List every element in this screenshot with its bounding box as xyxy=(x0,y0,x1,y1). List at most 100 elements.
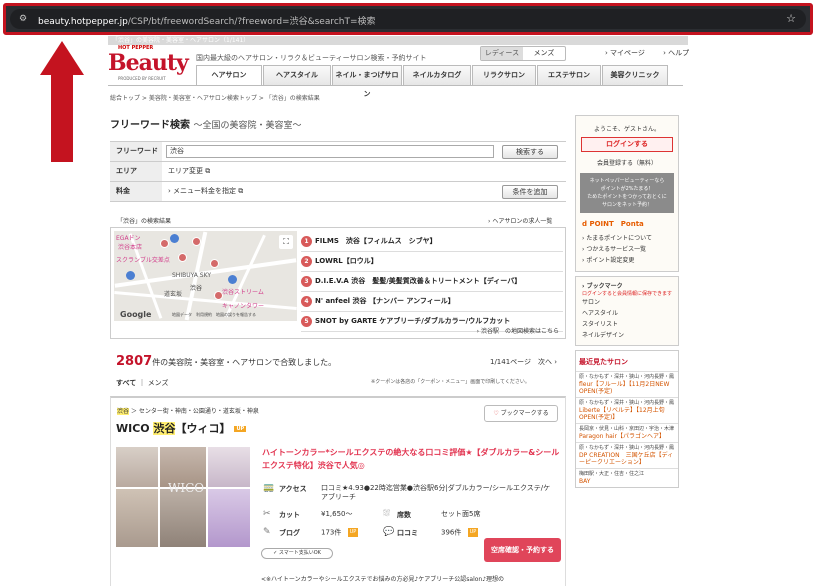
login-button[interactable]: ログインする xyxy=(581,137,673,152)
map-label: 渋谷ストリーム xyxy=(222,289,264,296)
review-icon: 💬 xyxy=(383,527,395,537)
map-pin[interactable] xyxy=(192,237,201,246)
price-menu-link[interactable]: メニュー料金を指定 xyxy=(173,187,236,195)
bookmark-star-icon[interactable]: ☆ xyxy=(786,12,796,25)
salon-card: 渋谷 ＞ センター街・神南・公園通り・道玄坂・神泉 ♡ ブックマークする WIC… xyxy=(110,396,566,586)
next-page-link[interactable]: 次へ xyxy=(538,358,552,366)
recent-salon-item[interactable]: 原・なかもず・深井・狭山・河内長野・鳳 DP CREATION 三国ケ丘店【ディー… xyxy=(576,442,678,468)
fullscreen-icon[interactable]: ⛶ xyxy=(279,235,293,249)
bookmark-note: ログインすると会員情報に保存できます xyxy=(582,291,673,297)
google-logo: Google xyxy=(120,310,152,319)
salon-catch-copy[interactable]: ハイトーンカラー*シールエクステの絶大なる口コミ評価★【ダブルカラー&シールエク… xyxy=(262,446,560,472)
bookmark-button[interactable]: ♡ ブックマークする xyxy=(484,405,558,422)
filter-men[interactable]: メンズ xyxy=(148,379,169,387)
category-tabs: ヘアサロン ヘアスタイル ネイル・まつげサロン ネイルカタログ リラクサロン エ… xyxy=(196,65,669,98)
map-result-item[interactable]: 2 LOWRL【ロウル】 xyxy=(301,252,563,272)
map-label: 渋谷 xyxy=(190,285,203,292)
bookmark-stylist[interactable]: スタイリスト xyxy=(576,319,678,330)
map-result-item[interactable]: 3 D.I.E.V.A 渋谷 髪髪/美髪質改善＆トリートメント【ディーバ】 xyxy=(301,272,563,292)
reserve-button[interactable]: 空席確認・予約する xyxy=(484,538,561,562)
pen-icon: ✎ xyxy=(263,527,271,537)
salon-info: 🚃 アクセス 口コミ★4.93●22時迄営業●渋谷駅6分|ダブルカラー/シールエ… xyxy=(263,483,551,538)
filter-all[interactable]: すべて xyxy=(116,379,136,387)
map-panel: EGAドン 渋谷本店 スクランブル交差点 SHIBUYA SKY 渋谷 道玄坂 … xyxy=(110,227,566,339)
map-poi xyxy=(170,234,179,243)
map-label: 道玄坂 xyxy=(164,291,183,298)
tab-nail-eyelash[interactable]: ネイル・まつげサロン xyxy=(332,65,402,98)
pointer-arrow-shaft xyxy=(51,74,73,162)
tab-esthe-salon[interactable]: エステサロン xyxy=(537,65,601,85)
pagination: 1/141ページ 次へ › xyxy=(490,358,558,366)
result-label: 「渋谷」の検索結果 xyxy=(117,218,172,225)
map-copyright: 地図データ 利用規約 地図の誤りを報告する xyxy=(172,312,256,317)
bookmark-title: › ブックマーク xyxy=(582,283,623,290)
job-list-link[interactable]: › ヘアサロンの求人一覧 xyxy=(488,216,552,225)
bookmark-hairstyle[interactable]: ヘアスタイル xyxy=(576,308,678,319)
recent-salon-item[interactable]: 長岡京・伏見・山科・京田辺・宇治・木津 Paragon hair【パラゴンヘア】 xyxy=(576,423,678,442)
point-banner[interactable]: ネットペッパービューティーなら ポイントが2%たまる！ ためたポイントをつかって… xyxy=(580,173,674,213)
blog-count[interactable]: 173件 UP xyxy=(321,528,359,538)
popup-icon: ⧉ xyxy=(238,187,244,195)
tab-beauty-clinic[interactable]: 美容クリニック xyxy=(602,65,668,85)
search-form: フリーワード 渋谷 検索する エリア エリア変更 ⧉ 料金 › メニュー料金を指… xyxy=(110,141,566,202)
map-pin[interactable] xyxy=(160,239,169,248)
mypage-link[interactable]: › マイページ xyxy=(605,49,653,57)
salon-photos[interactable]: WICO xyxy=(116,447,250,547)
coupon-note: ※クーポンは各店の「クーポン・メニュー」画面で印刷してください。 xyxy=(371,379,530,385)
map-result-item[interactable]: 1 FILMS 渋谷【フィルムス シブヤ】 xyxy=(301,232,563,252)
point-logos: d POINT Ponta xyxy=(582,220,644,228)
mens-tab[interactable]: メンズ xyxy=(523,47,565,60)
tab-nail-catalog[interactable]: ネイルカタログ xyxy=(403,65,471,85)
tab-hair-style[interactable]: ヘアスタイル xyxy=(263,65,331,85)
top-links: › マイページ › ヘルプ xyxy=(605,48,705,58)
train-icon: 🚃 xyxy=(263,483,275,493)
map-search-link[interactable]: › 渋谷駅 の地図検索はこちら xyxy=(477,326,559,335)
salon-name[interactable]: WICO 渋谷【ウィコ】 UP xyxy=(116,420,247,436)
search-heading: フリーワード検索 〜全国の美容院・美容室〜 xyxy=(110,120,302,131)
recent-salon-item[interactable]: 原・なかもず・深井・狭山・河内長野・鳳 fleur【フルール】【11月2日NEW … xyxy=(576,371,678,397)
address-bar[interactable]: ⚙ beauty.hotpepper.jp/CSP/bt/freewordSea… xyxy=(10,9,806,29)
gender-toggle: レディース メンズ xyxy=(480,46,566,61)
search-button[interactable]: 検索する xyxy=(502,145,558,159)
ladies-tab[interactable]: レディース xyxy=(481,47,523,60)
beauty-logo[interactable]: Beauty xyxy=(108,50,189,76)
recent-salon-item[interactable]: 梅田駅・大正・住吉・住之江 BAY xyxy=(576,468,678,487)
url-text[interactable]: beauty.hotpepper.jp/CSP/bt/freewordSearc… xyxy=(38,14,376,27)
freeword-label: フリーワード xyxy=(110,142,162,161)
crumb-salon-top[interactable]: 美容院・美容室・ヘアサロン検索トップ xyxy=(149,95,257,102)
map-result-item[interactable]: 4 N' anfeel 渋谷 【ナンバー アンフィール】 xyxy=(301,292,563,312)
site-settings-icon[interactable]: ⚙ xyxy=(19,14,27,24)
recent-salons-box: 最近見たサロン 原・なかもず・深井・狭山・河内長野・鳳 fleur【フルール】【1… xyxy=(575,350,679,488)
recent-salon-item[interactable]: 原・なかもず・深井・狭山・河内長野・鳳 Liberte【リベルテ】【12月上旬OP… xyxy=(576,397,678,423)
map-poi xyxy=(126,271,135,280)
bookmark-salon[interactable]: サロン xyxy=(576,297,678,308)
address-bar-highlight: ⚙ beauty.hotpepper.jp/CSP/bt/freewordSea… xyxy=(3,3,813,35)
add-condition-button[interactable]: 条件を追加 xyxy=(502,185,558,199)
popup-icon: ⧉ xyxy=(205,167,211,175)
bookmark-nail[interactable]: ネイルデザイン xyxy=(576,330,678,341)
tab-hair-salon[interactable]: ヘアサロン xyxy=(196,65,262,86)
crumb-top[interactable]: 総合トップ xyxy=(110,95,140,102)
map-pin[interactable] xyxy=(178,253,187,262)
sidebar-link-points[interactable]: › たまるポイントについて xyxy=(576,233,678,244)
register-link[interactable]: 会員登録する（無料） xyxy=(576,152,678,173)
map-label: キャノンタワー xyxy=(222,303,265,310)
map-label: 渋谷本店 xyxy=(118,244,143,251)
photo-watermark: WICO xyxy=(168,481,205,495)
help-link[interactable]: › ヘルプ xyxy=(663,49,697,57)
sidebar-link-services[interactable]: › つかえるサービス一覧 xyxy=(576,244,678,255)
price-label: 料金 xyxy=(110,182,162,201)
map-pin[interactable] xyxy=(210,259,219,268)
map-label: SHIBUYA SKY xyxy=(172,272,212,279)
recent-title: 最近見たサロン xyxy=(579,358,628,366)
up-badge: UP xyxy=(234,426,247,432)
sidebar-link-settings[interactable]: › ポイント設定変更 xyxy=(576,255,678,271)
map[interactable]: EGAドン 渋谷本店 スクランブル交差点 SHIBUYA SKY 渋谷 道玄坂 … xyxy=(114,231,297,321)
result-count: 2807件の美容院・美容室・ヘアサロンで合致しました。 xyxy=(116,354,337,369)
freeword-input[interactable]: 渋谷 xyxy=(166,145,494,158)
tab-relax-salon[interactable]: リラクサロン xyxy=(472,65,536,85)
review-count[interactable]: 396件 UP xyxy=(441,528,479,538)
map-result-list: 1 FILMS 渋谷【フィルムス シブヤ】 2 LOWRL【ロウル】 3 D.I.E.… xyxy=(301,232,563,332)
area-change-link[interactable]: エリア変更 xyxy=(168,167,203,175)
map-pin[interactable] xyxy=(214,291,223,300)
